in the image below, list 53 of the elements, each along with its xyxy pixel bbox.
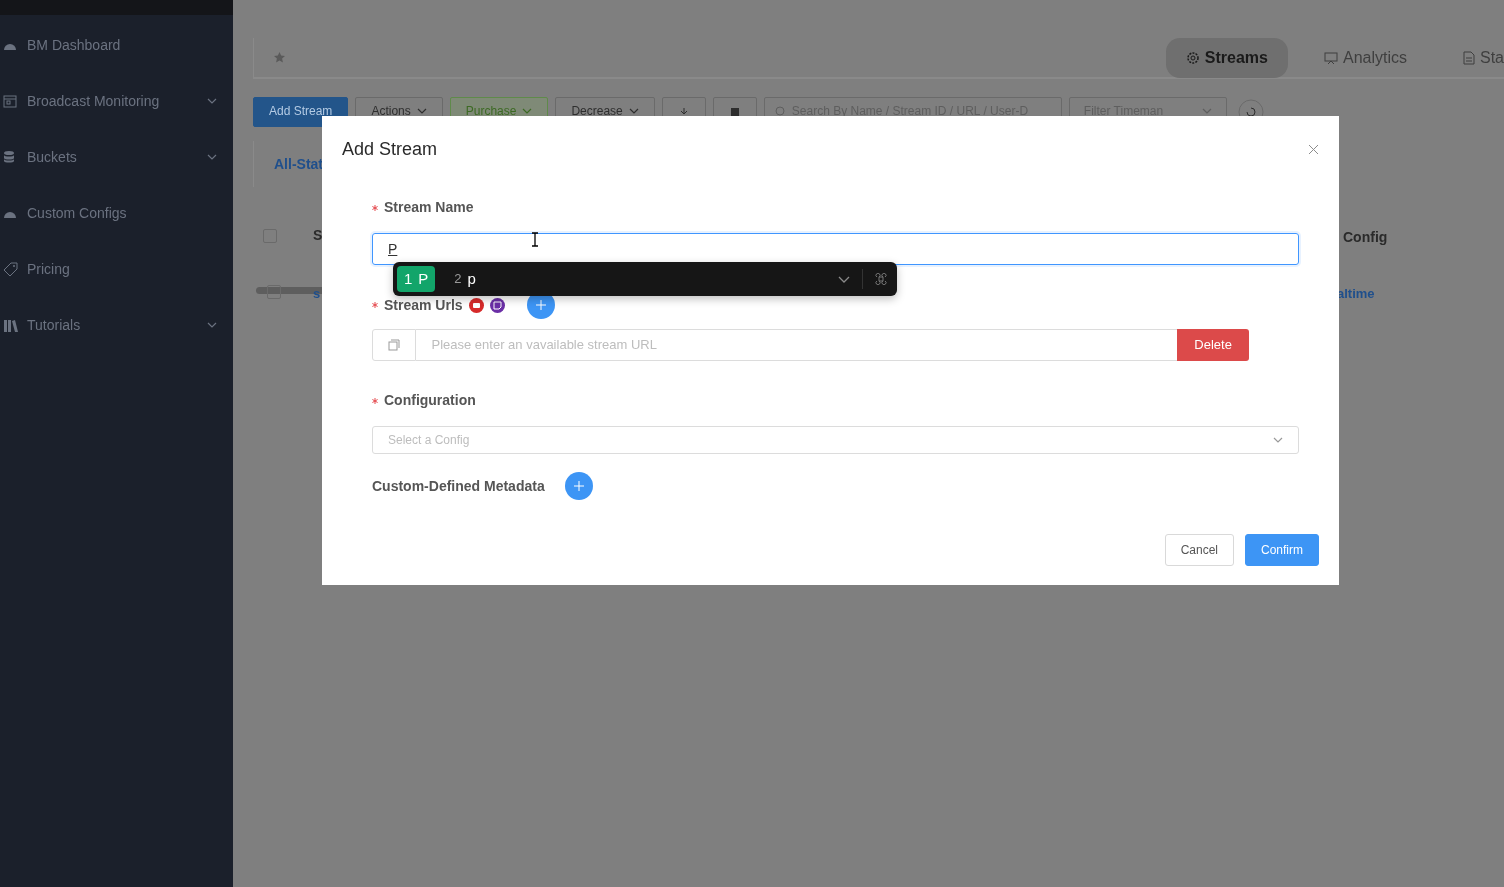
dialog-title: Add Stream: [342, 138, 438, 161]
dialog-button[interactable]: Cancel: [1164, 534, 1234, 566]
text-cursor-icon: [531, 232, 539, 247]
column-header: Config: [1343, 228, 1388, 247]
bookmark-icon: [730, 108, 739, 116]
sidebar-item[interactable]: Tutorials: [0, 297, 233, 353]
database-icon: [3, 150, 15, 164]
chat-bubble-icon: [489, 297, 505, 313]
download-icon: [679, 108, 688, 116]
search-icon: [774, 105, 786, 117]
tag-icon: [3, 262, 19, 276]
sidebar-item[interactable]: Buckets: [0, 129, 233, 185]
copy-icon: [388, 339, 401, 351]
plus-icon: [535, 300, 546, 310]
document-icon: [1463, 50, 1475, 65]
star-icon[interactable]: [274, 52, 285, 63]
books-icon: [3, 318, 19, 332]
field-label: Configuration: [384, 391, 476, 410]
close-icon[interactable]: [1308, 144, 1319, 155]
sidebar-item[interactable]: BM Dashboard: [0, 17, 233, 73]
sidebar-item[interactable]: Pricing: [0, 241, 233, 297]
tab[interactable]: Streams: [1165, 37, 1288, 78]
toolbar-button[interactable]: Add Stream: [253, 97, 349, 127]
calendar-icon: [3, 94, 17, 108]
chevron-icon: [628, 108, 639, 114]
field-label: Custom-Defined Metadata: [372, 476, 545, 496]
video-icon: [468, 297, 484, 313]
chevron-icon: [1201, 108, 1212, 114]
ime-candidate[interactable]: 2 p: [447, 266, 483, 292]
tab[interactable]: Sta: [1443, 37, 1504, 78]
table-cell-text: altime: [1337, 285, 1375, 303]
chevron-icon: [1273, 437, 1283, 443]
sidebar-item[interactable]: Broadcast Monitoring: [0, 73, 233, 129]
column-header: S: [313, 226, 323, 245]
field-label: Stream Urls: [384, 295, 463, 315]
config-select[interactable]: Select a Config: [372, 426, 1299, 454]
command-icon[interactable]: [875, 273, 887, 285]
tab[interactable]: Analytics: [1303, 37, 1427, 78]
status-tab[interactable]: All-Stat: [274, 153, 323, 175]
chevron-icon[interactable]: [838, 275, 850, 283]
delete-button[interactable]: Delete: [1177, 329, 1249, 361]
stream-link[interactable]: s: [313, 284, 321, 304]
chevron-icon: [416, 108, 427, 114]
dialog-button[interactable]: Confirm: [1245, 534, 1319, 566]
chevron-icon: [522, 108, 533, 114]
chart-board-icon: [1323, 50, 1338, 65]
sidebar-item[interactable]: Custom Configs: [0, 185, 233, 241]
plus-icon: [573, 481, 584, 491]
gear-icon: [1185, 50, 1200, 65]
add-metadata-button[interactable]: [564, 472, 593, 500]
ime-candidate[interactable]: 1 P: [397, 266, 436, 292]
url-input[interactable]: Please enter an vavailable stream URL: [416, 329, 1178, 361]
field-label: Stream Name: [384, 198, 474, 217]
